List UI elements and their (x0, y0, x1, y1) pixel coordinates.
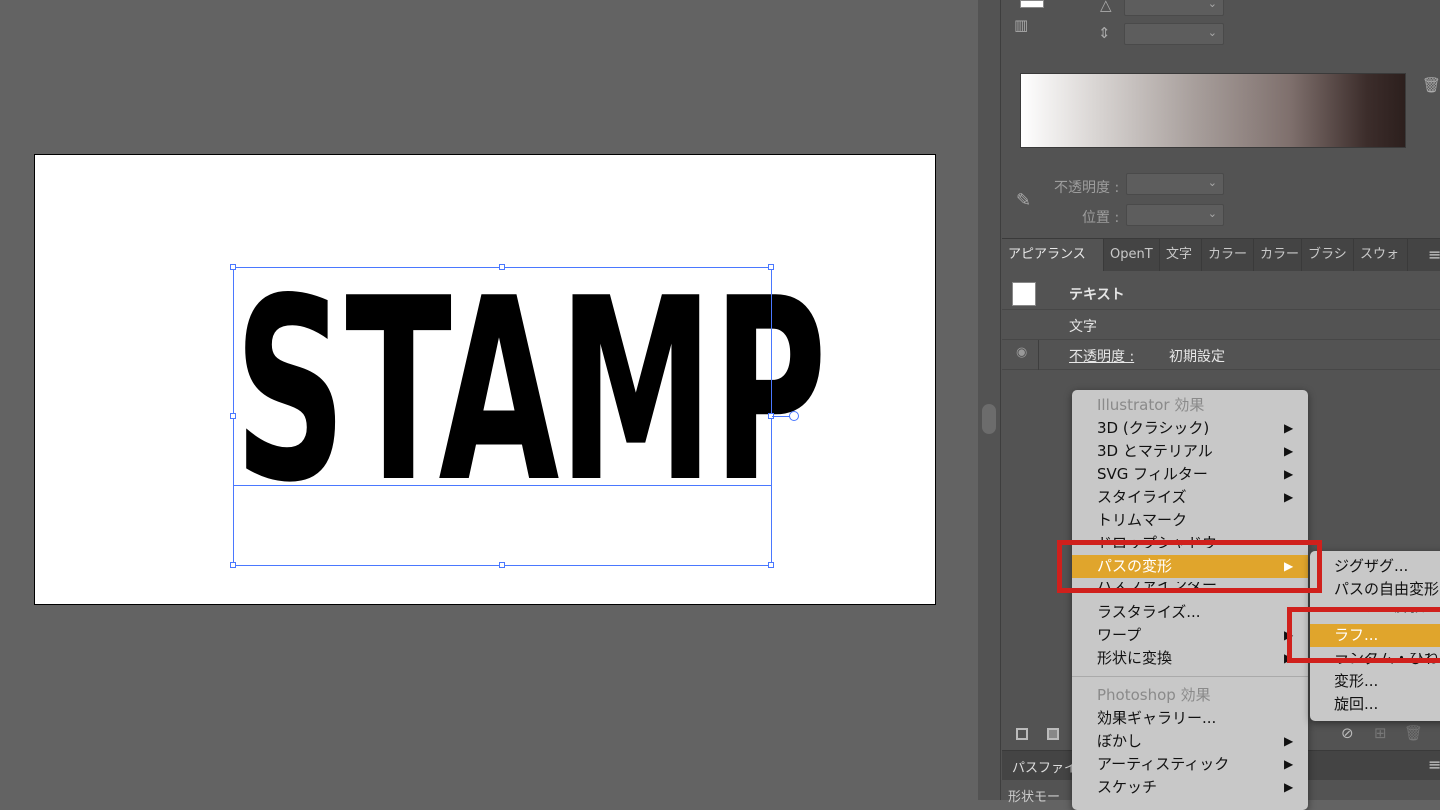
panel-tab-bar: アピアランス OpenT 文字 カラー カラー ブラシ スウォ ≡ (1002, 238, 1440, 271)
photoshop-effects-header: Photoshop 効果 (1097, 686, 1211, 704)
submenu-item-transform[interactable]: 変形... (1334, 670, 1440, 693)
delete-item-icon[interactable]: 🗑 (1404, 724, 1423, 742)
menu-item-label: 3D とマテリアル (1097, 442, 1213, 460)
resize-handle-bottom-right[interactable] (768, 562, 774, 568)
menu-item-effect-gallery[interactable]: 効果ギャラリー... (1072, 707, 1308, 730)
angle-icon: △ (1100, 0, 1112, 14)
menu-item-label: アーティスティック (1097, 755, 1230, 773)
menu-item-warp[interactable]: ワープ ▶ (1072, 624, 1308, 647)
tab-brushes[interactable]: ブラシ (1302, 239, 1354, 271)
tab-appearance[interactable]: アピアランス (1002, 239, 1104, 271)
tab-color[interactable]: カラー (1202, 239, 1254, 271)
angle-dropdown[interactable]: ⌄ (1124, 0, 1224, 16)
resize-handle-bottom-left[interactable] (230, 562, 236, 568)
duplicate-item-icon[interactable]: ⊞ (1374, 724, 1387, 742)
appearance-character-row[interactable]: 文字 (1002, 310, 1440, 340)
menu-item-blur[interactable]: ぼかし ▶ (1072, 730, 1308, 753)
add-stroke-icon[interactable] (1016, 728, 1028, 740)
menu-item-3d-material[interactable]: 3D とマテリアル ▶ (1072, 440, 1308, 463)
submenu-arrow-icon: ▶ (1284, 490, 1294, 504)
gradient-opacity-label: 不透明度 : (1054, 180, 1120, 196)
submenu-arrow-icon: ▶ (1284, 467, 1294, 481)
menu-item-label: スタイライズ (1097, 488, 1187, 506)
menu-item-sketch[interactable]: スケッチ ▶ (1072, 776, 1308, 799)
appearance-title: テキスト (1069, 287, 1125, 303)
character-label: 文字 (1069, 319, 1097, 335)
delete-stop-icon[interactable]: 🗑 (1422, 76, 1440, 94)
pathfinder-tab[interactable]: パスファイ (1012, 757, 1077, 776)
resize-handle-top-right[interactable] (768, 264, 774, 270)
menu-item-label: 3D (クラシック) (1097, 419, 1210, 437)
aspect-ratio-dropdown[interactable]: ⌄ (1124, 23, 1224, 45)
gradient-position-label: 位置 : (1082, 210, 1120, 226)
menu-item-rasterize[interactable]: ラスタライズ... (1072, 601, 1308, 624)
illustrator-effects-header: Illustrator 効果 (1097, 396, 1205, 414)
type-handle-circle[interactable] (789, 411, 799, 421)
submenu-item-zigzag[interactable]: ジグザグ... (1334, 555, 1440, 578)
menu-item-3d-classic[interactable]: 3D (クラシック) ▶ (1072, 417, 1308, 440)
menu-item-label: トリムマーク (1097, 511, 1188, 529)
row-divider (1038, 340, 1039, 370)
type-handle-line (772, 416, 790, 417)
appearance-opacity-row[interactable]: ◉ 不透明度 : 初期設定 (1002, 340, 1440, 370)
panel-gutter (978, 0, 1000, 800)
gradient-slider[interactable] (1020, 73, 1406, 148)
submenu-item-twist[interactable]: 旋回... (1334, 693, 1440, 716)
gradient-type-icon[interactable]: ▥ (1014, 16, 1028, 34)
panel-collapse-grip[interactable] (982, 404, 996, 434)
menu-separator (1072, 676, 1308, 677)
pathfinder-menu-icon[interactable]: ≡ (1428, 755, 1440, 774)
text-baseline (233, 485, 772, 486)
shape-modes-label: 形状モー (1008, 790, 1061, 805)
selection-bounding-box[interactable] (233, 267, 772, 566)
text-thumbnail (1012, 282, 1036, 306)
appearance-text-row[interactable]: テキスト (1002, 278, 1440, 310)
callout-roughen (1287, 607, 1440, 663)
submenu-arrow-icon: ▶ (1284, 421, 1294, 435)
menu-item-label: スケッチ (1097, 778, 1158, 796)
menu-item-label: ワープ (1097, 626, 1142, 644)
resize-handle-top[interactable] (499, 264, 505, 270)
aspect-ratio-icon: ⇕ (1098, 24, 1111, 42)
resize-handle-bottom[interactable] (499, 562, 505, 568)
tab-opentype[interactable]: OpenT (1104, 239, 1160, 271)
menu-item-artistic[interactable]: アーティスティック ▶ (1072, 753, 1308, 776)
menu-item-label: 形状に変換 (1097, 649, 1173, 667)
tab-swatches[interactable]: スウォ (1354, 239, 1408, 271)
menu-item-convert-to-shape[interactable]: 形状に変換 ▶ (1072, 647, 1308, 670)
menu-item-trim-marks[interactable]: トリムマーク (1072, 509, 1308, 532)
menu-item-svg-filter[interactable]: SVG フィルター ▶ (1072, 463, 1308, 486)
opacity-value: 初期設定 (1169, 349, 1225, 365)
fill-stroke-swatch[interactable] (1020, 0, 1044, 8)
panel-menu-icon[interactable]: ≡ (1428, 245, 1440, 264)
callout-distort-transform (1057, 540, 1322, 593)
menu-item-label: SVG フィルター (1097, 465, 1208, 483)
tab-color-guide[interactable]: カラー (1254, 239, 1302, 271)
resize-handle-left[interactable] (230, 413, 236, 419)
add-fill-icon[interactable] (1047, 728, 1059, 740)
clear-appearance-icon[interactable]: ⊘ (1341, 724, 1354, 742)
effect-menu: Illustrator 効果 3D (クラシック) ▶ 3D とマテリアル ▶ … (1072, 390, 1308, 810)
menu-item-stylize[interactable]: スタイライズ ▶ (1072, 486, 1308, 509)
submenu-arrow-icon: ▶ (1284, 444, 1294, 458)
submenu-arrow-icon: ▶ (1284, 757, 1294, 771)
submenu-arrow-icon: ▶ (1284, 780, 1294, 794)
eyedropper-icon[interactable]: ✎ (1016, 190, 1031, 211)
submenu-item-free-distort[interactable]: パスの自由変形... (1334, 578, 1440, 601)
gradient-opacity-dropdown[interactable]: ⌄ (1126, 173, 1224, 195)
visibility-eye-icon[interactable]: ◉ (1016, 345, 1027, 360)
resize-handle-top-left[interactable] (230, 264, 236, 270)
menu-item-label: 効果ギャラリー... (1097, 709, 1217, 727)
menu-item-label: ぼかし (1097, 732, 1143, 750)
tab-character[interactable]: 文字 (1160, 239, 1202, 271)
menu-item-label: ラスタライズ... (1097, 603, 1201, 621)
opacity-label[interactable]: 不透明度 : (1069, 346, 1134, 366)
submenu-arrow-icon: ▶ (1284, 734, 1294, 748)
gradient-position-dropdown[interactable]: ⌄ (1126, 204, 1224, 226)
